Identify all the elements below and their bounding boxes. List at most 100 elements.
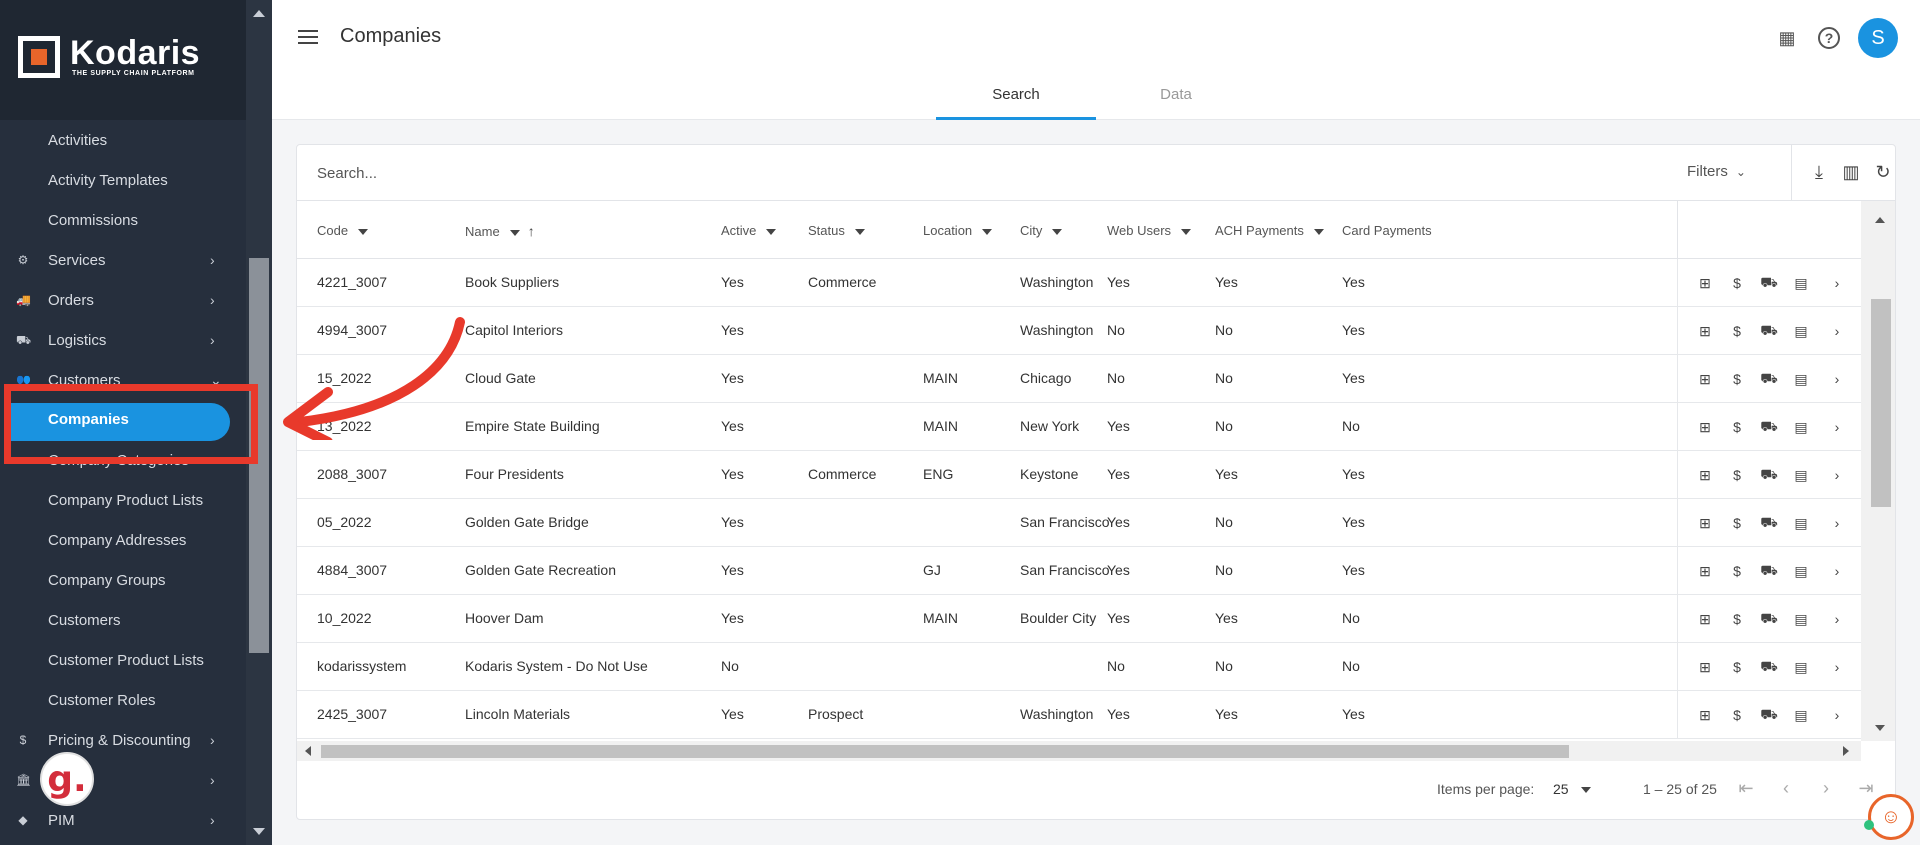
scroll-up-icon[interactable] [253,10,265,17]
sort-menu-icon[interactable] [358,228,369,235]
sort-menu-icon[interactable] [1181,228,1192,235]
chevron-right-icon[interactable]: › [1826,273,1848,293]
pricing-icon[interactable]: $ [1726,561,1748,581]
chevron-right-icon[interactable]: › [1826,465,1848,485]
table-row[interactable]: 2425_3007 Lincoln Materials Yes Prospect Was… [297,691,1861,739]
table-row[interactable]: 4884_3007 Golden Gate Recreation Yes GJ San … [297,547,1861,595]
guide-badge-icon[interactable]: g. [40,752,94,806]
shipping-icon[interactable]: ⛟ [1758,657,1780,677]
chevron-right-icon[interactable]: › [1826,705,1848,725]
sidebar-item-pim[interactable]: ◆ PIM › [0,800,246,840]
add-note-icon[interactable]: ⊞ [1694,561,1716,581]
page-size-select[interactable]: 25 [1553,781,1591,797]
chevron-right-icon[interactable]: › [1826,513,1848,533]
table-row[interactable]: 4221_3007 Book Suppliers Yes Commerce Washin… [297,259,1861,307]
search-input[interactable] [317,159,1217,187]
pricing-icon[interactable]: $ [1726,705,1748,725]
filters-dropdown[interactable]: Filters ⌄ [1687,163,1746,180]
sidebar-item-customer-product-lists[interactable]: Customer Product Lists [0,640,246,680]
scroll-down-icon[interactable] [253,828,265,835]
chevron-right-icon[interactable]: › [1826,369,1848,389]
sort-menu-icon[interactable] [854,228,865,235]
sidebar-item-customers[interactable]: Customers [0,600,246,640]
scroll-right-icon[interactable] [1843,746,1849,756]
sort-menu-icon[interactable] [982,228,993,235]
shipping-icon[interactable]: ⛟ [1758,513,1780,533]
grid-vertical-scrollbar[interactable] [1861,201,1895,741]
add-note-icon[interactable]: ⊞ [1694,465,1716,485]
chevron-right-icon[interactable]: › [1826,417,1848,437]
next-page-icon[interactable]: › [1815,777,1837,799]
scroll-down-icon[interactable] [1875,725,1885,731]
table-row[interactable]: 4994_3007 Capitol Interiors Yes Washington N… [297,307,1861,355]
add-note-icon[interactable]: ⊞ [1694,609,1716,629]
shipping-icon[interactable]: ⛟ [1758,417,1780,437]
column-header-web-users[interactable]: Web Users [1107,223,1192,238]
chevron-right-icon[interactable]: › [1826,609,1848,629]
column-header-city[interactable]: City [1020,223,1063,238]
tab-data[interactable]: Data [1096,78,1256,120]
column-header-status[interactable]: Status [808,223,865,238]
previous-page-icon[interactable]: ‹ [1775,777,1797,799]
add-note-icon[interactable]: ⊞ [1694,417,1716,437]
comment-icon[interactable]: ▤ [1790,369,1812,389]
sidebar-scrollbar[interactable] [246,0,272,845]
pricing-icon[interactable]: $ [1726,465,1748,485]
sidebar-item-services[interactable]: ⚙ Services › [0,240,246,280]
chat-support-icon[interactable]: ☺ [1868,794,1914,840]
sort-menu-icon[interactable] [766,228,777,235]
add-note-icon[interactable]: ⊞ [1694,513,1716,533]
shipping-icon[interactable]: ⛟ [1758,705,1780,725]
sidebar-item-unlabeled[interactable]: 🏛 › [0,760,246,800]
sidebar-item-company-groups[interactable]: Company Groups [0,560,246,600]
download-icon[interactable]: ⤓ [1809,161,1829,183]
sidebar-item-orders[interactable]: 🚚 Orders › [0,280,246,320]
comment-icon[interactable]: ▤ [1790,705,1812,725]
add-note-icon[interactable]: ⊞ [1694,273,1716,293]
add-note-icon[interactable]: ⊞ [1694,369,1716,389]
shipping-icon[interactable]: ⛟ [1758,561,1780,581]
grid-vscroll-thumb[interactable] [1871,299,1891,507]
column-header-name[interactable]: Name ↑ [465,223,535,239]
column-header-card-payments[interactable]: Card Payments [1342,223,1432,238]
comment-icon[interactable]: ▤ [1790,513,1812,533]
chevron-right-icon[interactable]: › [1826,561,1848,581]
sidebar-scroll-thumb[interactable] [249,258,269,653]
scroll-up-icon[interactable] [1875,217,1885,223]
pricing-icon[interactable]: $ [1726,273,1748,293]
sidebar-item-company-categories[interactable]: Company Categories [0,440,246,480]
sidebar-item-commissions[interactable]: Commissions [0,200,246,240]
comment-icon[interactable]: ▤ [1790,465,1812,485]
comment-icon[interactable]: ▤ [1790,321,1812,341]
scroll-left-icon[interactable] [305,746,311,756]
column-header-ach-payments[interactable]: ACH Payments [1215,223,1324,238]
sort-ascending-icon[interactable]: ↑ [528,223,535,239]
comment-icon[interactable]: ▤ [1790,561,1812,581]
sort-menu-icon[interactable] [1313,228,1324,235]
pricing-icon[interactable]: $ [1726,369,1748,389]
menu-toggle-icon[interactable] [298,28,318,44]
comment-icon[interactable]: ▤ [1790,657,1812,677]
add-note-icon[interactable]: ⊞ [1694,321,1716,341]
help-icon[interactable]: ? [1818,27,1840,49]
table-row[interactable]: 13_2022 Empire State Building Yes MAIN New Y… [297,403,1861,451]
shipping-icon[interactable]: ⛟ [1758,465,1780,485]
table-row[interactable]: 05_2022 Golden Gate Bridge Yes San Francisc… [297,499,1861,547]
sidebar-item-companies[interactable]: Companies [0,400,246,441]
sort-menu-icon[interactable] [509,229,520,236]
sidebar-item-activity-templates[interactable]: Activity Templates [0,160,246,200]
sidebar-item-customers[interactable]: 👥 Customers ⌄ [0,360,246,400]
pricing-icon[interactable]: $ [1726,609,1748,629]
table-row[interactable]: 15_2022 Cloud Gate Yes MAIN Chicago No No Yes ⊞ $… [297,355,1861,403]
table-row[interactable]: 10_2022 Hoover Dam Yes MAIN Boulder City Yes Y… [297,595,1861,643]
pricing-icon[interactable]: $ [1726,657,1748,677]
last-page-icon[interactable]: ⇥ [1855,777,1877,799]
grid-horizontal-scrollbar[interactable] [297,741,1861,761]
sort-menu-icon[interactable] [1052,228,1063,235]
table-row[interactable]: kodarissystem Kodaris System - Do Not Use… [297,643,1861,691]
add-note-icon[interactable]: ⊞ [1694,657,1716,677]
table-row[interactable]: 2088_3007 Four Presidents Yes Commerce ENG Ke… [297,451,1861,499]
sidebar-item-customer-roles[interactable]: Customer Roles [0,680,246,720]
refresh-icon[interactable]: ↻ [1873,161,1893,183]
sidebar-item-pricing-discounting[interactable]: $ Pricing & Discounting › [0,720,246,760]
